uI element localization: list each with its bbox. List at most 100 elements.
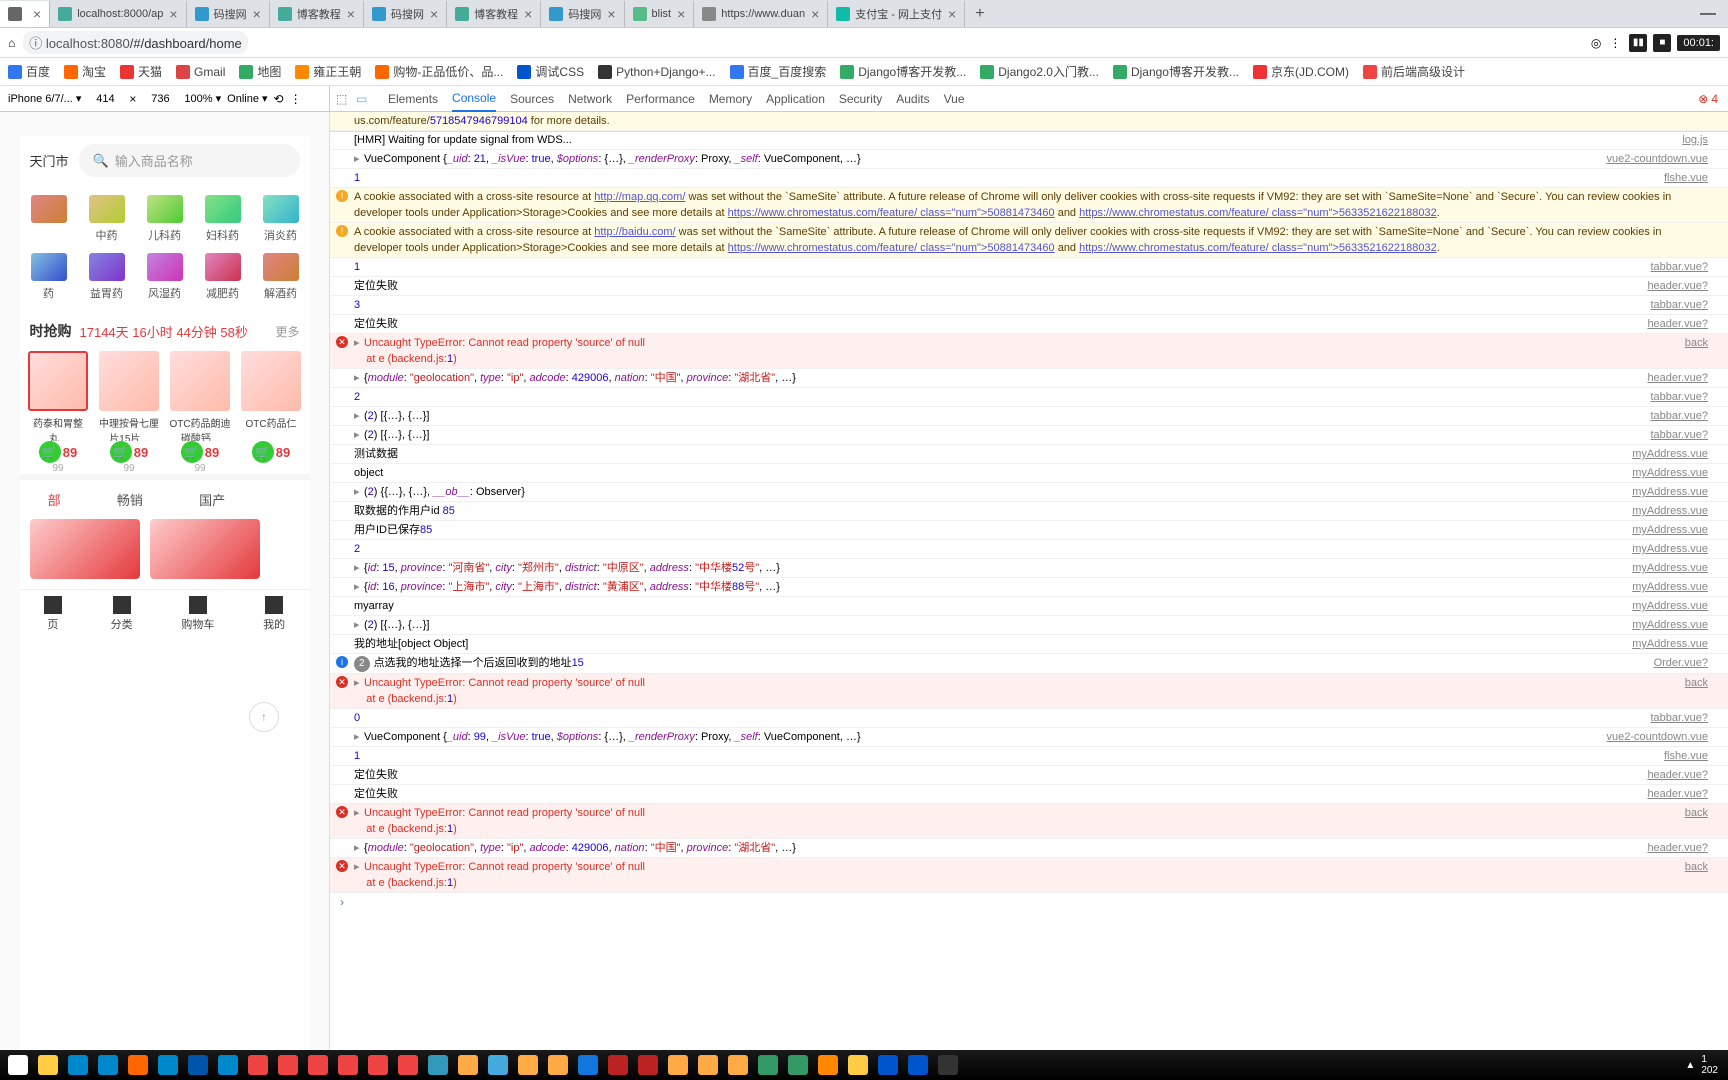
taskbar-item[interactable] xyxy=(184,1053,212,1077)
sort-tab[interactable]: 部 xyxy=(48,490,61,509)
taskbar-item[interactable] xyxy=(154,1053,182,1077)
panel-tab-performance[interactable]: Performance xyxy=(626,87,695,111)
bookmark-item[interactable]: Django博客开发教... xyxy=(840,63,966,80)
taskbar-item[interactable] xyxy=(814,1053,842,1077)
panel-tab-audits[interactable]: Audits xyxy=(896,87,929,111)
console-log-line[interactable]: 1tabbar.vue? xyxy=(330,258,1728,277)
url-box[interactable]: ⓘ localhost:8080/#/dashboard/home xyxy=(23,31,248,54)
log-source-link[interactable]: tabbar.vue? xyxy=(1651,427,1709,443)
add-cart-icon[interactable]: 🛒 xyxy=(39,441,61,463)
console-log-line[interactable]: ▸{module: "geolocation", type: "ip", adc… xyxy=(330,369,1728,388)
taskbar-item[interactable] xyxy=(214,1053,242,1077)
log-source-link[interactable]: Order.vue? xyxy=(1654,655,1708,672)
bookmark-item[interactable]: 百度 xyxy=(8,63,50,80)
taskbar-item[interactable] xyxy=(364,1053,392,1077)
console-log-line[interactable]: 0tabbar.vue? xyxy=(330,709,1728,728)
new-tab-button[interactable]: + xyxy=(965,5,994,23)
close-icon[interactable]: × xyxy=(347,6,355,22)
log-source-link[interactable]: tabbar.vue? xyxy=(1651,297,1709,313)
device-mode-icon[interactable]: ▭ xyxy=(356,92,370,106)
system-tray[interactable]: ▲1202 xyxy=(1685,1054,1724,1076)
log-source-link[interactable]: tabbar.vue? xyxy=(1651,259,1709,275)
log-source-link[interactable]: myAddress.vue xyxy=(1632,636,1708,652)
close-icon[interactable]: × xyxy=(948,6,956,22)
width-input[interactable] xyxy=(87,93,123,105)
log-source-link[interactable]: myAddress.vue xyxy=(1632,484,1708,500)
rotate-icon[interactable]: ⟲ xyxy=(274,92,284,106)
product-card[interactable]: 中理按骨七厘片15片...🛒8999 xyxy=(97,351,162,474)
add-cart-icon[interactable]: 🛒 xyxy=(110,441,132,463)
bookmark-item[interactable]: 京东(JD.COM) xyxy=(1253,63,1349,80)
log-source-link[interactable]: header.vue? xyxy=(1647,767,1708,783)
target-icon[interactable]: ◎ xyxy=(1591,36,1601,50)
sort-tab[interactable]: 国产 xyxy=(199,490,225,509)
rec-card[interactable] xyxy=(150,519,260,579)
bookmark-item[interactable]: 前后端高级设计 xyxy=(1363,63,1465,80)
bookmark-item[interactable]: 雍正王朝 xyxy=(295,63,361,80)
log-source-link[interactable]: tabbar.vue? xyxy=(1651,408,1709,424)
category-item[interactable]: 减肥药 xyxy=(194,248,252,306)
log-source-link[interactable]: tabbar.vue? xyxy=(1651,710,1709,726)
nav-item[interactable]: 分类 xyxy=(111,596,133,632)
height-input[interactable] xyxy=(142,93,178,105)
taskbar-item[interactable] xyxy=(34,1053,62,1077)
taskbar-item[interactable] xyxy=(454,1053,482,1077)
taskbar-item[interactable] xyxy=(844,1053,872,1077)
category-item[interactable]: 消炎药 xyxy=(252,190,310,248)
more-link[interactable]: 更多 xyxy=(275,323,299,340)
console-log-line[interactable]: ✕▸Uncaught TypeError: Cannot read proper… xyxy=(330,674,1728,709)
category-item[interactable]: 中药 xyxy=(78,190,136,248)
close-icon[interactable]: × xyxy=(524,6,532,22)
console-log-line[interactable]: 取数据的作用户id 85myAddress.vue xyxy=(330,502,1728,521)
console-log-line[interactable]: ✕▸Uncaught TypeError: Cannot read proper… xyxy=(330,334,1728,369)
close-icon[interactable]: × xyxy=(811,6,819,22)
location-label[interactable]: 天门市 xyxy=(30,151,69,170)
category-item[interactable] xyxy=(20,190,78,248)
log-source-link[interactable]: myAddress.vue xyxy=(1632,465,1708,481)
category-item[interactable]: 药 xyxy=(20,248,78,306)
log-source-link[interactable]: header.vue? xyxy=(1647,840,1708,856)
console-log-line[interactable]: !A cookie associated with a cross-site r… xyxy=(330,223,1728,258)
panel-tab-elements[interactable]: Elements xyxy=(388,87,438,111)
panel-tab-vue[interactable]: Vue xyxy=(944,87,965,111)
log-source-link[interactable]: myAddress.vue xyxy=(1632,541,1708,557)
console-log-line[interactable]: ▸VueComponent {_uid: 99, _isVue: true, $… xyxy=(330,728,1728,747)
taskbar-item[interactable] xyxy=(514,1053,542,1077)
back-to-top[interactable]: ↑ xyxy=(249,702,279,732)
close-icon[interactable]: × xyxy=(677,6,685,22)
console-log-line[interactable]: ▸(2) [{…}, {…}]tabbar.vue? xyxy=(330,426,1728,445)
zoom-select[interactable]: 100% ▾ xyxy=(184,92,221,105)
bookmark-item[interactable]: 百度_百度搜索 xyxy=(730,63,827,80)
console-log-line[interactable]: us.com/feature/5718547946799104 for more… xyxy=(330,112,1728,131)
console-log-line[interactable]: ▸(2) {{…}, {…}, __ob__: Observer}myAddre… xyxy=(330,483,1728,502)
windows-taskbar[interactable]: ▲1202 xyxy=(0,1050,1728,1080)
log-source-link[interactable]: flshe.vue xyxy=(1664,170,1708,186)
log-source-link[interactable]: myAddress.vue xyxy=(1632,617,1708,633)
bookmark-item[interactable]: 地图 xyxy=(239,63,281,80)
inspect-icon[interactable]: ⬚ xyxy=(336,92,350,106)
console-log-line[interactable]: ▸(2) [{…}, {…}]myAddress.vue xyxy=(330,616,1728,635)
category-item[interactable]: 风湿药 xyxy=(136,248,194,306)
product-card[interactable]: OTC药品朗迪碳酸钙...🛒8999 xyxy=(168,351,233,474)
add-cart-icon[interactable]: 🛒 xyxy=(181,441,203,463)
console-log-line[interactable]: objectmyAddress.vue xyxy=(330,464,1728,483)
home-icon[interactable]: ⌂ xyxy=(8,36,15,50)
log-source-link[interactable]: back xyxy=(1685,675,1708,707)
bookmark-item[interactable]: 天猫 xyxy=(120,63,162,80)
log-source-link[interactable]: vue2-countdown.vue xyxy=(1606,729,1708,745)
console-log-line[interactable]: ✕▸Uncaught TypeError: Cannot read proper… xyxy=(330,858,1728,893)
error-count[interactable]: ⊗ 4 xyxy=(1698,92,1718,106)
sort-tab[interactable]: 畅销 xyxy=(117,490,143,509)
log-source-link[interactable]: vue2-countdown.vue xyxy=(1606,151,1708,167)
console-prompt[interactable]: › xyxy=(330,893,1728,911)
product-card[interactable]: 药泰和胃整丸...🛒8999 xyxy=(26,351,91,474)
browser-tab[interactable]: 博客教程× xyxy=(270,1,364,27)
device-select[interactable]: iPhone 6/7/... ▾ xyxy=(8,92,81,105)
log-source-link[interactable]: tabbar.vue? xyxy=(1651,389,1709,405)
nav-item[interactable]: 我的 xyxy=(263,596,285,632)
log-source-link[interactable]: header.vue? xyxy=(1647,316,1708,332)
console-log-line[interactable]: [HMR] Waiting for update signal from WDS… xyxy=(330,131,1728,150)
console-log-line[interactable]: ✕▸Uncaught TypeError: Cannot read proper… xyxy=(330,804,1728,839)
taskbar-item[interactable] xyxy=(244,1053,272,1077)
console-log-line[interactable]: !A cookie associated with a cross-site r… xyxy=(330,188,1728,223)
